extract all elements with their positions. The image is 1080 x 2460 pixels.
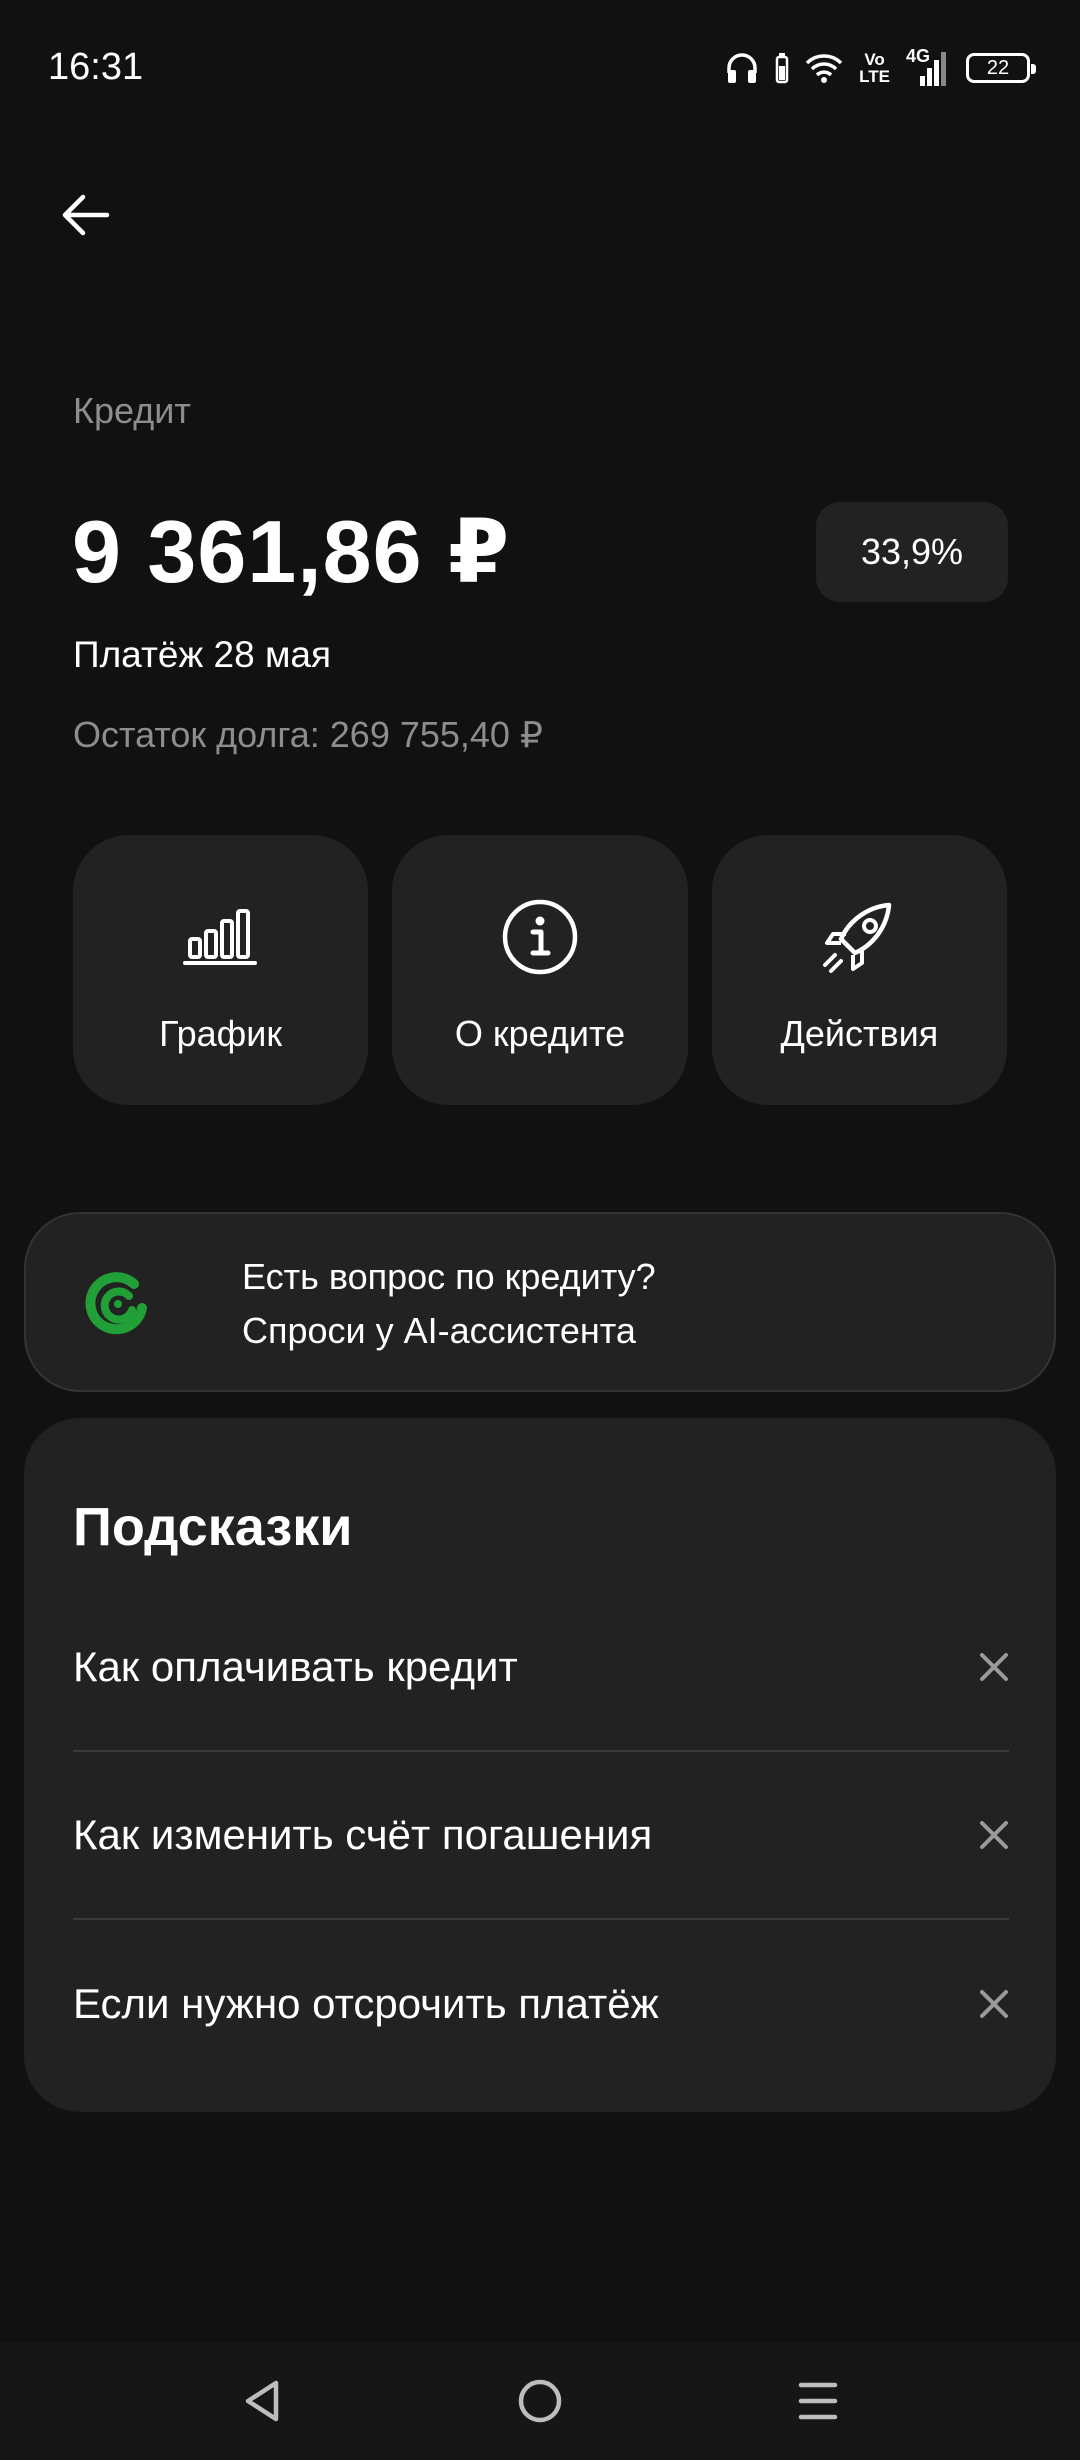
wifi-icon [805, 54, 843, 83]
battery-level: 22 [986, 56, 1010, 79]
headphones-icon [727, 53, 757, 83]
status-icons: Vo LTE 4G 22 [725, 44, 1036, 92]
product-label: Кредит [73, 390, 191, 431]
payment-amount: 9 361,86 ₽ [72, 502, 511, 601]
close-icon[interactable] [949, 1974, 1009, 2034]
about-credit-button[interactable]: О кредите [392, 835, 688, 1105]
volte-bottom: LTE [859, 67, 890, 86]
back-triangle-icon [245, 2380, 279, 2422]
tips-card: Подсказки Как оплачивать кредит Как изме… [24, 1418, 1056, 2112]
rocket-icon [819, 897, 899, 977]
battery-saver-icon [775, 53, 789, 84]
schedule-button[interactable]: График [73, 835, 369, 1105]
nav-home-button[interactable] [510, 2371, 570, 2431]
volte-top: Vo [864, 50, 885, 69]
menu-lines-icon [798, 2382, 838, 2420]
about-credit-label: О кредите [454, 1013, 626, 1054]
actions-button[interactable]: Действия [711, 835, 1007, 1105]
tips-title: Подсказки [73, 1497, 353, 1557]
close-icon[interactable] [949, 1805, 1009, 1865]
arrow-left-icon [62, 194, 110, 236]
tip-item[interactable]: Как изменить счёт погашения [73, 1752, 1009, 1920]
battery-icon: 22 [966, 53, 1036, 83]
back-button[interactable] [50, 180, 120, 250]
payment-date: Платёж 28 мая [73, 634, 331, 675]
tip-item[interactable]: Если нужно отсрочить платёж [73, 1920, 1009, 2088]
ai-banner-text: Есть вопрос по кредиту? Спроси у AI-асси… [242, 1250, 656, 1358]
status-bar: 16:31 Vo LTE 4G 22 [0, 0, 1080, 140]
tip-item[interactable]: Как оплачивать кредит [73, 1584, 1009, 1752]
ai-banner-line1: Есть вопрос по кредиту? [242, 1256, 656, 1297]
info-icon [500, 897, 580, 977]
ai-assistant-banner[interactable]: Есть вопрос по кредиту? Спроси у AI-асси… [24, 1212, 1056, 1392]
bar-chart-icon [181, 897, 261, 977]
ai-banner-line2: Спроси у AI-ассистента [242, 1310, 636, 1351]
close-icon[interactable] [949, 1637, 1009, 1697]
schedule-label: График [159, 1013, 283, 1054]
volte-icon: Vo LTE [859, 51, 890, 85]
tip-label: Как оплачивать кредит [73, 1643, 518, 1690]
status-time: 16:31 [48, 46, 144, 88]
actions-label: Действия [780, 1013, 939, 1054]
tip-label: Если нужно отсрочить платёж [73, 1980, 659, 2027]
nav-menu-button[interactable] [788, 2371, 848, 2431]
home-circle-icon [518, 2379, 562, 2423]
signal-4g-icon: 4G [906, 46, 950, 88]
action-tiles: График О кредите Действия [73, 835, 1007, 1105]
tip-label: Как изменить счёт погашения [73, 1811, 653, 1858]
interest-rate-badge[interactable]: 33,9% [816, 502, 1008, 602]
screen: 16:31 Vo LTE 4G 22 Кредит 9 361,86 ₽ 33,… [0, 0, 1080, 2460]
sber-ai-logo [85, 1272, 147, 1335]
system-nav-bar [0, 2342, 1080, 2460]
debt-remaining: Остаток долга: 269 755,40 ₽ [73, 714, 543, 755]
nav-back-button[interactable] [232, 2371, 292, 2431]
